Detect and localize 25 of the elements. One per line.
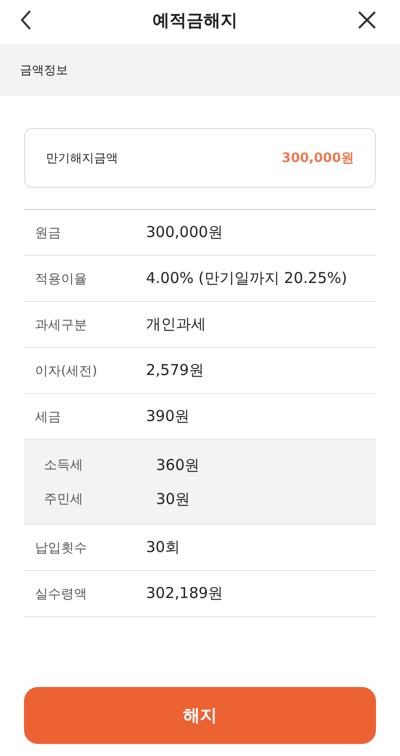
breakdown-value: 30원: [156, 490, 190, 508]
row-value: 390원: [146, 407, 190, 426]
row-value: 300,000원: [146, 223, 224, 242]
back-icon[interactable]: [20, 10, 32, 30]
row-label: 적용이율: [35, 270, 88, 288]
row-label: 납입횟수: [35, 540, 88, 556]
row-label: 실수령액: [35, 586, 88, 602]
close-icon[interactable]: [358, 11, 376, 29]
row-label: 과세구분: [35, 316, 88, 334]
page-title: 예적금해지: [152, 10, 238, 32]
row-label: 이자(세전): [35, 362, 98, 380]
section-header: 금액정보: [0, 44, 400, 96]
summary-label: 만기해지금액: [46, 150, 118, 166]
row-label: 원금: [35, 224, 62, 242]
cancel-account-button[interactable]: 해지: [24, 687, 376, 744]
breakdown-label: 소득세: [44, 457, 84, 474]
row-value: 30회: [146, 538, 180, 557]
row-label: 세금: [35, 408, 62, 426]
breakdown-label: 주민세: [44, 491, 84, 508]
row-value: 4.00% (만기일까지 20.25%): [146, 269, 348, 288]
summary-amount: 300,000원: [282, 150, 354, 167]
row-value: 302,189원: [146, 584, 224, 603]
row-value: 2,579원: [146, 361, 204, 380]
breakdown-value: 360원: [156, 456, 200, 474]
row-value: 개인과세: [146, 315, 206, 334]
